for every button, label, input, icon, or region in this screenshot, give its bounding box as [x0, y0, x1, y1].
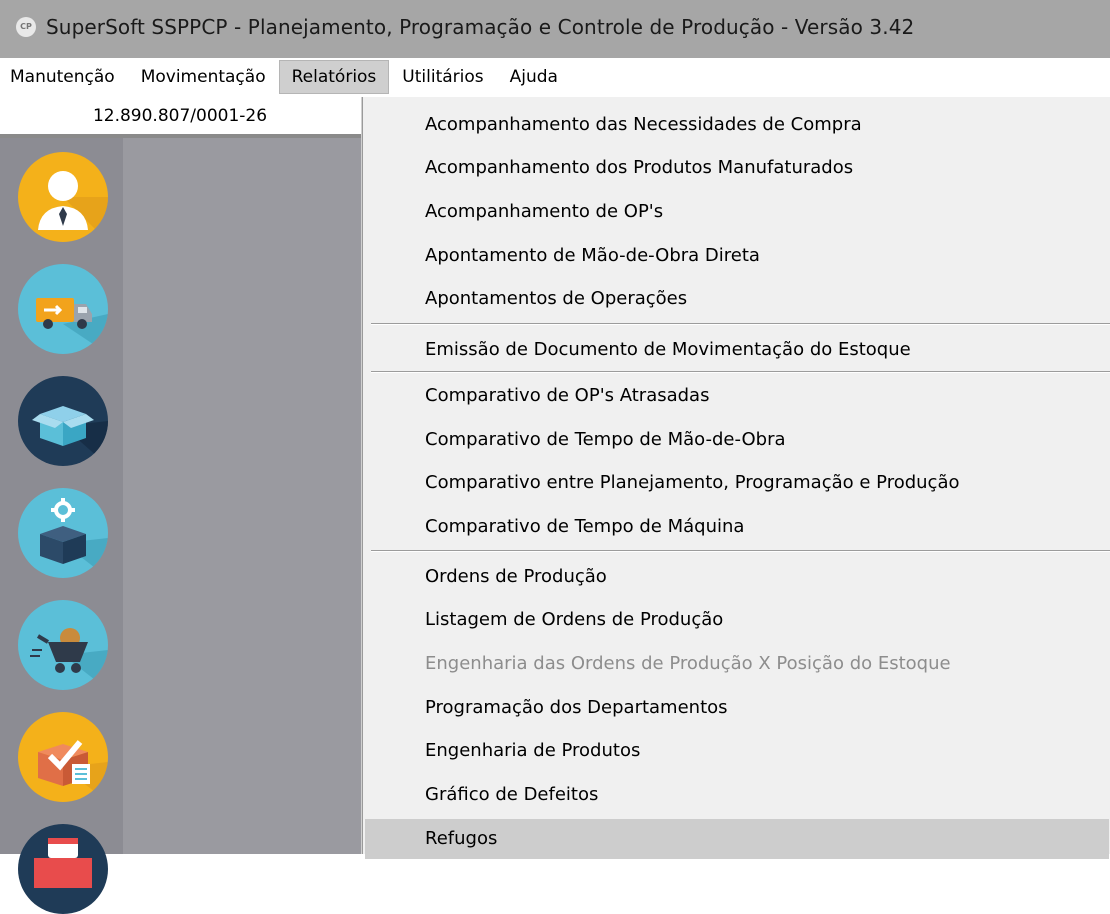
calendar-box-icon[interactable]	[18, 824, 108, 914]
menu-item-tempo-maquina[interactable]: Comparativo de Tempo de Máquina	[365, 507, 1109, 547]
menu-separator	[371, 323, 1110, 325]
menu-item-ops-atrasadas[interactable]: Comparativo de OP's Atrasadas	[365, 376, 1109, 416]
open-box-icon[interactable]	[18, 376, 108, 466]
menu-movimentacao[interactable]: Movimentação	[128, 60, 279, 94]
menu-item-acompanhamento-ops[interactable]: Acompanhamento de OP's	[365, 192, 1109, 232]
sidebar	[0, 138, 123, 914]
company-cnpj: 12.890.807/0001-26	[0, 98, 360, 135]
box-gear-icon[interactable]	[18, 488, 108, 578]
menu-item-engenharia-ordens-estoque: Engenharia das Ordens de Produção X Posi…	[425, 653, 951, 674]
window-title: SuperSoft SSPPCP - Planejamento, Program…	[46, 15, 915, 39]
menu-item-listagem-ordens[interactable]: Listagem de Ordens de Produção	[365, 600, 1109, 640]
menu-manutencao[interactable]: Manutenção	[0, 60, 128, 94]
menu-separator	[371, 371, 1110, 373]
menu-relatorios[interactable]: Relatórios	[278, 60, 390, 94]
relatorios-dropdown-menu: Acompanhamento das Necessidades de Compr…	[362, 97, 1110, 859]
menu-item-apontamentos-operacoes[interactable]: Apontamentos de Operações	[365, 279, 1109, 319]
menu-ajuda[interactable]: Ajuda	[497, 60, 571, 94]
menu-item-movimentacao-estoque[interactable]: Emissão de Documento de Movimentação do …	[365, 330, 1109, 370]
menu-item-mao-de-obra-direta[interactable]: Apontamento de Mão-de-Obra Direta	[365, 236, 1109, 276]
workspace-area	[123, 138, 363, 854]
menu-item-engenharia-produtos[interactable]: Engenharia de Produtos	[365, 731, 1109, 771]
menu-item-necessidades-compra[interactable]: Acompanhamento das Necessidades de Compr…	[365, 105, 1109, 145]
wheelbarrow-icon[interactable]	[18, 600, 108, 690]
checklist-box-icon[interactable]	[18, 712, 108, 802]
menu-item-produtos-manufaturados[interactable]: Acompanhamento dos Produtos Manufaturado…	[365, 148, 1109, 188]
menu-item-tempo-mao-de-obra[interactable]: Comparativo de Tempo de Mão-de-Obra	[365, 420, 1109, 460]
menu-item-planejamento-programacao-producao[interactable]: Comparativo entre Planejamento, Programa…	[365, 463, 1109, 503]
menu-item-programacao-departamentos[interactable]: Programação dos Departamentos	[365, 688, 1109, 728]
app-logo-icon[interactable]: CP	[16, 17, 36, 37]
delivery-truck-icon[interactable]	[18, 264, 108, 354]
menu-item-refugos[interactable]: Refugos	[365, 819, 1109, 859]
menu-item-ordens-producao[interactable]: Ordens de Produção	[365, 557, 1109, 597]
menu-separator	[371, 550, 1110, 552]
menu-bar: Manutenção Movimentação Relatórios Utili…	[0, 58, 1110, 96]
menu-item-grafico-defeitos[interactable]: Gráfico de Defeitos	[365, 775, 1109, 815]
user-manager-icon[interactable]	[18, 152, 108, 242]
menu-utilitarios[interactable]: Utilitários	[389, 60, 496, 94]
title-bar: CP SuperSoft SSPPCP - Planejamento, Prog…	[0, 0, 1110, 58]
